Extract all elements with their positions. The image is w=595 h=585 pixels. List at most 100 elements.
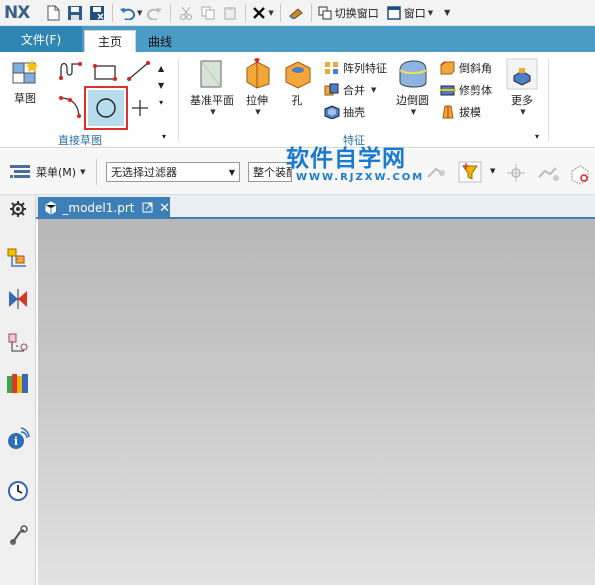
unite-label: 合并 xyxy=(343,84,365,97)
redo-icon[interactable] xyxy=(146,3,164,23)
orient-view-icon[interactable] xyxy=(504,163,528,186)
edge-blend-label: 边倒圆 xyxy=(396,94,429,107)
process-studio-icon[interactable] xyxy=(6,523,30,547)
menu-label: 菜单(M) xyxy=(36,166,77,179)
repeat-command-icon[interactable] xyxy=(287,3,305,23)
pattern-feature-icon xyxy=(325,62,338,74)
point-tool[interactable] xyxy=(130,98,150,118)
tab-home[interactable]: 主页 xyxy=(84,30,136,52)
filter-dropdown-icon[interactable]: ▼ xyxy=(490,167,495,175)
hole-label: 孔 xyxy=(291,94,303,107)
datum-plane-icon xyxy=(200,60,222,88)
direct-sketch-group-options-icon[interactable]: ▾ xyxy=(162,132,166,141)
more-icon xyxy=(506,58,538,90)
new-file-icon[interactable] xyxy=(44,3,62,23)
scroll-up-icon[interactable]: ▲ xyxy=(158,60,164,77)
unite-button[interactable]: 合并 ▼ xyxy=(324,82,376,98)
feature-group-options-icon[interactable]: ▾ xyxy=(535,132,539,141)
sketch-gallery-scroll[interactable]: ▲ ▼ ▾ xyxy=(158,60,164,111)
save-all-icon[interactable] xyxy=(88,3,106,23)
rectangle-tool[interactable] xyxy=(92,62,118,82)
site-watermark: 软件自学网 WWW.RJZXW.COM xyxy=(286,146,424,183)
toolbar-separator xyxy=(310,3,312,22)
gear-icon[interactable] xyxy=(6,197,30,221)
graphics-viewport[interactable] xyxy=(38,219,595,585)
close-icon[interactable]: ✕ xyxy=(159,201,170,216)
line-tool[interactable] xyxy=(126,60,152,82)
paste-icon[interactable] xyxy=(221,3,239,23)
reuse-library-icon[interactable] xyxy=(6,371,30,395)
trim-body-button[interactable]: 修剪体 xyxy=(440,82,492,98)
edge-blend-dropdown-icon[interactable]: ▼ xyxy=(411,108,416,116)
copy-icon[interactable] xyxy=(199,3,217,23)
extrude-dropdown-icon[interactable]: ▼ xyxy=(255,108,260,116)
more-button[interactable]: 更多 ▼ xyxy=(506,58,538,116)
toolbar-separator xyxy=(96,159,97,185)
watermark-title: 软件自学网 xyxy=(286,146,406,172)
shell-button[interactable]: 抽壳 xyxy=(324,104,365,120)
gallery-expand-icon[interactable]: ▾ xyxy=(159,94,163,111)
wcs-display-icon[interactable] xyxy=(568,163,592,188)
unite-icon xyxy=(324,83,339,96)
edge-blend-button[interactable]: 边倒圆 ▼ xyxy=(396,58,429,116)
delete-icon[interactable]: ▼ xyxy=(252,3,274,23)
tab-curve[interactable]: 曲线 xyxy=(136,30,184,52)
undo-icon[interactable]: ▼ xyxy=(119,3,142,23)
ribbon-separator xyxy=(178,58,179,142)
hole-button[interactable]: 孔 xyxy=(282,58,312,108)
toolbar-separator xyxy=(279,3,281,22)
line-icon xyxy=(127,61,150,81)
switch-window-button[interactable]: 切换窗口 xyxy=(318,3,379,23)
sketch-label: 草图 xyxy=(14,92,36,105)
toolbar-options-icon[interactable]: ▼ xyxy=(437,3,455,23)
direct-sketch-group-label: 直接草图 xyxy=(58,134,102,147)
resource-bar: i xyxy=(0,195,36,585)
filter-icon[interactable] xyxy=(458,161,482,186)
chevron-down-icon: ▼ xyxy=(228,167,235,177)
snap-point-icon[interactable] xyxy=(424,163,448,184)
datum-plane-button[interactable]: 基准平面 ▼ xyxy=(190,58,234,116)
document-tab[interactable]: _model1.prt ✕ xyxy=(38,197,170,219)
pattern-feature-button[interactable]: 阵列特征 xyxy=(324,60,387,76)
history-icon[interactable] xyxy=(6,479,30,503)
datum-plane-dropdown-icon[interactable]: ▼ xyxy=(210,108,215,116)
unite-dropdown-icon[interactable]: ▼ xyxy=(371,86,376,94)
sketch-button[interactable]: 草图 xyxy=(10,58,40,106)
window-button[interactable]: 窗口 ▼ xyxy=(387,3,433,23)
assembly-navigator-icon[interactable] xyxy=(6,247,30,271)
shell-icon xyxy=(324,105,340,119)
switch-window-label: 切换窗口 xyxy=(334,6,379,20)
part-navigator-icon[interactable] xyxy=(6,331,30,355)
profile-tool[interactable] xyxy=(58,60,84,82)
draft-button[interactable]: 拔模 xyxy=(440,104,481,120)
circle-tool[interactable] xyxy=(84,86,128,130)
part-file-icon xyxy=(45,201,57,215)
window-dropdown-icon[interactable]: ▼ xyxy=(428,9,433,17)
undo-dropdown-icon[interactable]: ▼ xyxy=(137,9,142,17)
hd3d-tools-icon[interactable]: i xyxy=(6,427,30,451)
toolbar-separator xyxy=(170,3,172,22)
delete-dropdown-icon[interactable]: ▼ xyxy=(268,9,273,17)
draft-label: 拔模 xyxy=(459,106,481,119)
selection-filter-select[interactable]: 无选择过滤器 ▼ xyxy=(106,162,240,182)
selection-filter-value: 无选择过滤器 xyxy=(111,166,177,179)
quick-access-toolbar: NX ▼ ▼ 切换窗口 窗口 ▼ ▼ xyxy=(0,0,595,26)
datum-plane-label: 基准平面 xyxy=(190,94,234,107)
shell-label: 抽壳 xyxy=(343,106,365,119)
tab-file[interactable]: 文件(F) xyxy=(0,26,82,52)
save-icon[interactable] xyxy=(66,3,84,23)
show-hide-icon[interactable] xyxy=(536,163,560,186)
more-dropdown-icon[interactable]: ▼ xyxy=(520,108,525,116)
extrude-button[interactable]: 拉伸 ▼ xyxy=(242,58,272,116)
cut-icon[interactable] xyxy=(177,3,195,23)
scroll-down-icon[interactable]: ▼ xyxy=(158,77,164,94)
constraint-navigator-icon[interactable] xyxy=(6,287,30,311)
chamfer-button[interactable]: 倒斜角 xyxy=(440,60,492,76)
document-tab-bar: _model1.prt ✕ xyxy=(36,195,595,219)
menu-dropdown-icon[interactable]: ▼ xyxy=(80,168,85,176)
menu-button[interactable]: 菜单(M) ▼ xyxy=(8,163,85,181)
arc-tool[interactable] xyxy=(58,94,84,120)
pin-icon[interactable] xyxy=(142,202,153,214)
edge-blend-icon xyxy=(398,60,427,88)
pattern-feature-label: 阵列特征 xyxy=(343,62,387,75)
